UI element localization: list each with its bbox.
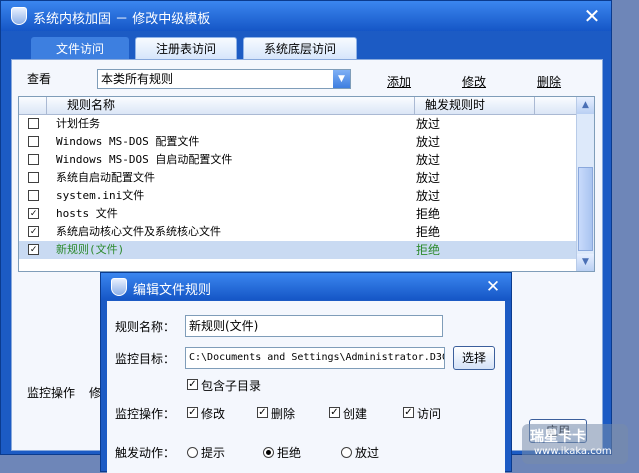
filter-select[interactable]: 本类所有规则 ▼ [97,69,351,89]
row-name: 新规则(文件) [56,243,125,256]
op-delete-checkbox[interactable]: ✓ [257,407,268,418]
table-row[interactable]: 计划任务 放过 [19,115,577,133]
rule-name-label: 规则名称： [115,320,176,334]
rule-name-input[interactable]: 新规则(文件) [185,315,443,337]
row-action: 拒绝 [416,225,441,239]
row-checkbox[interactable]: ✓ [28,244,39,255]
row-action: 拒绝 [416,243,441,257]
delete-link[interactable]: 删除 [537,73,561,90]
chevron-down-icon[interactable]: ▼ [333,70,350,88]
view-label: 查看 [27,72,52,86]
dialog-title: 编辑文件规则 [133,283,212,298]
table-row[interactable]: 系统自启动配置文件 放过 [19,169,577,187]
watermark-brand: 瑞星卡卡 [530,429,586,445]
op-access-checkbox[interactable]: ✓ [403,407,414,418]
row-checkbox[interactable] [28,172,39,183]
scrollbar[interactable]: ▲ ▼ [576,97,594,271]
table-row[interactable]: ✓ 系统启动核心文件及系统核心文件 拒绝 [19,223,577,241]
filter-value: 本类所有规则 [101,72,174,86]
column-header-empty [535,97,577,115]
main-titlebar: 系统内核加固 － 修改中级模板 ✕ [1,1,611,31]
edit-rule-dialog: 编辑文件规则 ✕ 规则名称： 新规则(文件) 监控目标： C:\Document… [100,272,512,473]
row-action: 放过 [416,171,441,185]
trigger-deny-label: 拒绝 [277,446,302,460]
ops-label: 监控操作： [115,407,176,421]
row-name: 系统自启动配置文件 [56,171,155,184]
row-checkbox[interactable]: ✓ [28,208,39,219]
include-subdirs-label: 包含子目录 [201,379,262,393]
op-modify-label: 修改 [201,407,226,421]
column-header-check[interactable] [19,97,47,115]
include-subdirs-checkbox[interactable]: ✓ [187,379,198,390]
row-name: hosts 文件 [56,207,118,220]
column-header-action[interactable]: 触发规则时 [415,97,535,115]
trigger-label: 触发动作： [115,446,176,460]
target-input[interactable]: C:\Documents and Settings\Administrator.… [185,347,445,369]
row-action: 放过 [416,117,441,131]
browse-button[interactable]: 选择 [453,346,495,370]
op-delete-label: 删除 [271,407,296,421]
table-row[interactable]: Windows MS-DOS 配置文件 放过 [19,133,577,151]
dialog-body: 规则名称： 新规则(文件) 监控目标： C:\Documents and Set… [107,301,505,473]
trigger-prompt-radio[interactable] [187,447,198,458]
row-action: 放过 [416,135,441,149]
row-checkbox[interactable] [28,154,39,165]
tab-file-access[interactable]: 文件访问 [31,37,129,59]
trigger-prompt-label: 提示 [201,446,226,460]
row-name: 计划任务 [56,117,100,130]
table-row[interactable]: ✓ 新规则(文件) 拒绝 [19,241,577,259]
shield-icon [111,278,127,296]
watermark: 瑞星卡卡 www.ikaka.com [522,424,628,464]
add-link[interactable]: 添加 [387,73,411,90]
tab-registry-access[interactable]: 注册表访问 [135,37,237,59]
op-access-label: 访问 [417,407,442,421]
watermark-url: www.ikaka.com [534,446,612,457]
op-create-label: 创建 [343,407,368,421]
close-icon[interactable]: ✕ [483,277,503,297]
scrollbar-thumb[interactable] [578,167,593,251]
row-action: 拒绝 [416,207,441,221]
row-checkbox[interactable] [28,136,39,147]
row-checkbox[interactable]: ✓ [28,226,39,237]
row-name: Windows MS-DOS 配置文件 [56,135,200,148]
row-action: 放过 [416,189,441,203]
row-name: 系统启动核心文件及系统核心文件 [56,225,221,238]
scroll-up-icon[interactable]: ▲ [577,97,594,114]
trigger-allow-label: 放过 [355,446,380,460]
tab-system-access[interactable]: 系统底层访问 [243,37,357,59]
table-row[interactable]: ✓ hosts 文件 拒绝 [19,205,577,223]
op-create-checkbox[interactable]: ✓ [329,407,340,418]
dialog-titlebar: 编辑文件规则 ✕ [101,273,511,300]
shield-icon [11,7,27,25]
monitor-ops-label: 监控操作 [27,386,76,400]
op-modify-checkbox[interactable]: ✓ [187,407,198,418]
table-row[interactable]: system.ini文件 放过 [19,187,577,205]
row-action: 放过 [416,153,441,167]
trigger-deny-radio[interactable] [263,447,274,458]
edit-link[interactable]: 修改 [462,73,486,90]
trigger-allow-radio[interactable] [341,447,352,458]
column-header-name[interactable]: 规则名称 [47,97,415,115]
target-label: 监控目标： [115,352,176,366]
window-title: 系统内核加固 － 修改中级模板 [33,12,211,27]
table-row[interactable]: Windows MS-DOS 自启动配置文件 放过 [19,151,577,169]
row-checkbox[interactable] [28,118,39,129]
close-icon[interactable]: ✕ [581,6,603,26]
row-checkbox[interactable] [28,190,39,201]
rules-list: 规则名称 触发规则时 计划任务 放过 Windows MS-DOS 配置文件 放过 Wi… [18,96,595,272]
row-name: system.ini文件 [56,189,145,202]
scroll-down-icon[interactable]: ▼ [577,254,594,271]
row-name: Windows MS-DOS 自启动配置文件 [56,153,233,166]
